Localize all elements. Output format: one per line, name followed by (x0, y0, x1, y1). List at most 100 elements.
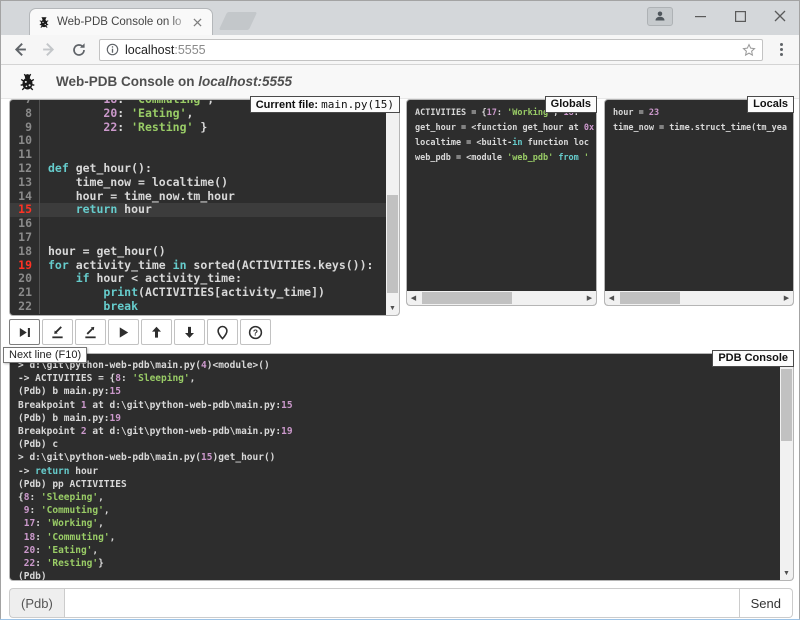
page-info-icon[interactable] (106, 43, 119, 56)
line-number: 21 (10, 286, 40, 300)
globals-horizontal-scrollbar[interactable]: ◀ ▶ (407, 291, 596, 305)
pdb-console-label: PDB Console (712, 350, 794, 367)
line-number: 16 (10, 217, 40, 231)
console-line: Breakpoint 2 at d:\git\python-web-pdb\ma… (18, 425, 780, 438)
line-number: 17 (10, 231, 40, 245)
command-input[interactable] (64, 588, 740, 618)
url-bar[interactable]: localhost:5555 (99, 39, 763, 61)
code-line: 11 (10, 148, 386, 162)
forward-button[interactable] (37, 38, 61, 62)
page-title: Web-PDB Console on localhost:5555 (56, 74, 292, 89)
pdb-prompt-label: (Pdb) (9, 588, 64, 618)
locals-panel: Locals hour = 23time_now = time.struct_t… (604, 99, 794, 306)
minimize-button[interactable] (687, 5, 713, 27)
console-vertical-scrollbar[interactable]: ▲ ▼ (780, 354, 793, 580)
code-line: 15 return hour (10, 203, 386, 217)
code-line: 9 22: 'Resting' } (10, 121, 386, 135)
current-file-label: Current file: main.py(15) (250, 96, 400, 113)
code-line: 18hour = get_hour() (10, 245, 386, 259)
new-tab-button[interactable] (219, 12, 257, 30)
scroll-down-icon[interactable]: ▼ (780, 567, 793, 580)
current-file-panel: Current file: main.py(15) 7 18: 'Commuti… (9, 99, 400, 316)
favicon-bug-icon (37, 15, 51, 29)
profile-button[interactable] (647, 7, 673, 26)
send-button[interactable]: Send (740, 588, 793, 618)
step-into-button[interactable] (42, 319, 73, 345)
reload-button[interactable] (67, 38, 91, 62)
scroll-left-icon[interactable]: ◀ (605, 291, 618, 304)
code-lines: 7 18: 'Commuting',8 20: 'Eating',9 22: '… (10, 100, 386, 314)
pdb-console-panel: PDB Console > d:\git\python-web-pdb\main… (9, 353, 794, 581)
globals-label: Globals (545, 96, 597, 113)
tab-title: Web-PDB Console on lo (57, 16, 190, 28)
up-stack-frame-button[interactable] (141, 319, 172, 345)
browser-window: Web-PDB Console on lo (0, 0, 800, 620)
console-line: > d:\git\python-web-pdb\main.py(4)<modul… (18, 359, 780, 372)
browser-toolbar: localhost:5555 (1, 35, 799, 65)
web-pdb-page: Web-PDB Console on localhost:5555 Curren… (1, 65, 799, 619)
console-line: 22: 'Resting'} (18, 557, 780, 570)
tab-close-icon[interactable] (190, 15, 205, 30)
step-out-button[interactable] (75, 319, 106, 345)
where-pin-button[interactable] (207, 319, 238, 345)
url-text: localhost:5555 (125, 43, 206, 57)
console-line: {8: 'Sleeping', (18, 491, 780, 504)
code-line: 10 (10, 134, 386, 148)
locals-horizontal-scrollbar[interactable]: ◀ ▶ (605, 291, 793, 305)
console-line: time_now = time.struct_time(tm_yea (613, 121, 793, 136)
scroll-right-icon[interactable]: ▶ (583, 291, 596, 304)
tab-strip: Web-PDB Console on lo (1, 1, 799, 35)
next-line-button[interactable] (9, 319, 40, 345)
console-line: get_hour = <function get_hour at 0x (415, 121, 596, 136)
line-number: 12 (10, 162, 40, 176)
continue-button[interactable] (108, 319, 139, 345)
line-number: 20 (10, 272, 40, 286)
line-number: 13 (10, 176, 40, 190)
console-line: 18: 'Commuting', (18, 531, 780, 544)
line-number: 15 (10, 203, 40, 217)
console-line: 9: 'Commuting', (18, 504, 780, 517)
back-button[interactable] (7, 38, 31, 62)
maximize-button[interactable] (727, 5, 753, 27)
scroll-down-icon[interactable]: ▼ (386, 302, 399, 315)
app-header: Web-PDB Console on localhost:5555 (1, 65, 799, 99)
down-stack-frame-button[interactable] (174, 319, 205, 345)
code-line: 22 break (10, 300, 386, 314)
debugger-toolbar: ? (9, 319, 271, 345)
code-line: 12def get_hour(): (10, 162, 386, 176)
console-line: web_pdb = <module 'web_pdb' from ' (415, 151, 596, 166)
code-line: 21 print(ACTIVITIES[activity_time]) (10, 286, 386, 300)
console-line: localtime = <built-in function loc (415, 136, 596, 151)
console-line: > d:\git\python-web-pdb\main.py(15)get_h… (18, 451, 780, 464)
line-number: 11 (10, 148, 40, 162)
console-line: 20: 'Eating', (18, 544, 780, 557)
line-number: 19 (10, 259, 40, 273)
code-line: 13 time_now = localtime() (10, 176, 386, 190)
console-line: (Pdb) b main.py:19 (18, 412, 780, 425)
console-line: (Pdb) pp ACTIVITIES (18, 478, 780, 491)
code-vertical-scrollbar[interactable]: ▲ ▼ (386, 100, 399, 315)
browser-menu-button[interactable] (771, 43, 791, 56)
console-line: Breakpoint 1 at d:\git\python-web-pdb\ma… (18, 399, 780, 412)
scroll-left-icon[interactable]: ◀ (407, 291, 420, 304)
window-close-button[interactable] (767, 5, 793, 27)
console-line: -> return hour (18, 465, 780, 478)
command-row: (Pdb) Send (9, 588, 793, 618)
console-line: -> ACTIVITIES = {8: 'Sleeping', (18, 372, 780, 385)
code-line: 16 (10, 217, 386, 231)
globals-lines: ACTIVITIES = {17: 'Working', 18: 'get_ho… (407, 100, 596, 291)
line-number: 10 (10, 134, 40, 148)
console-line: (Pdb) (18, 570, 780, 580)
web-pdb-logo-bug-icon (17, 71, 38, 92)
line-number: 9 (10, 121, 40, 135)
code-line: 19for activity_time in sorted(ACTIVITIES… (10, 259, 386, 273)
code-line: 20 if hour < activity_time: (10, 272, 386, 286)
line-number: 14 (10, 190, 40, 204)
bookmark-star-icon[interactable] (742, 43, 756, 57)
line-number: 8 (10, 107, 40, 121)
help-button[interactable]: ? (240, 319, 271, 345)
browser-tab[interactable]: Web-PDB Console on lo (29, 8, 213, 35)
code-line: 17 (10, 231, 386, 245)
scroll-right-icon[interactable]: ▶ (780, 291, 793, 304)
console-lines: > d:\git\python-web-pdb\main.py(4)<modul… (10, 354, 780, 580)
